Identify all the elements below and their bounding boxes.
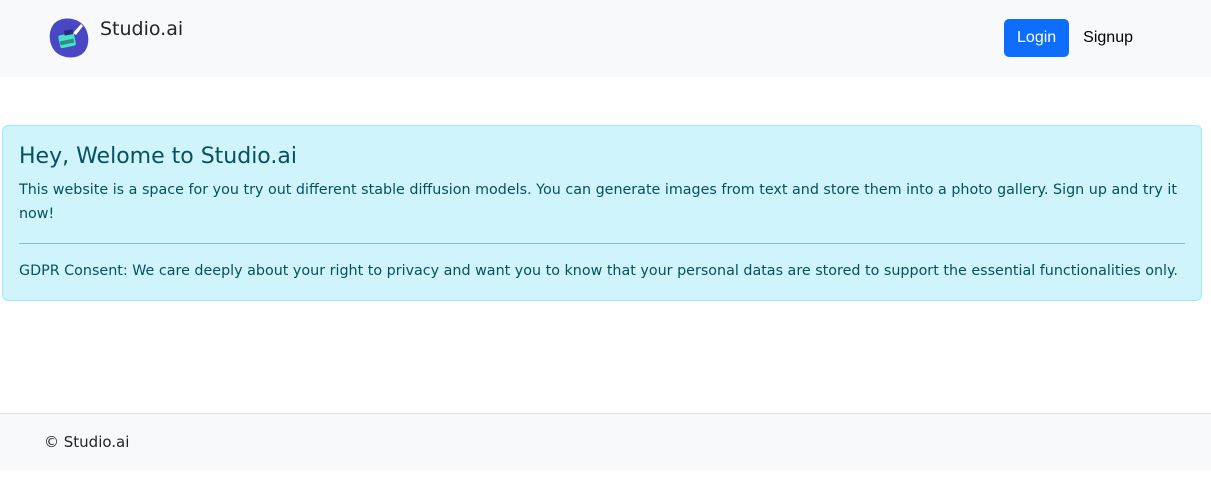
footer-copyright: © Studio.ai (44, 433, 130, 451)
navbar: Studio.ai Login Signup (0, 0, 1211, 77)
paintbrush-blob-icon (49, 18, 89, 58)
alert-divider (19, 243, 1185, 244)
brand-name: Studio.ai (100, 18, 184, 40)
nav-actions: Login Signup (1004, 19, 1147, 57)
alert-heading: Hey, Welome to Studio.ai (19, 144, 297, 169)
brand-link[interactable]: Studio.ai (48, 16, 183, 58)
footer: © Studio.ai (0, 413, 1211, 470)
signup-button[interactable]: Signup (1069, 19, 1147, 57)
welcome-alert: Hey, Welome to Studio.ai This website is… (2, 125, 1202, 301)
gdpr-consent-text: GDPR Consent: We care deeply about your … (19, 263, 1178, 279)
login-button[interactable]: Login (1004, 19, 1070, 57)
alert-body-text: This website is a space for you try out … (19, 182, 1177, 222)
